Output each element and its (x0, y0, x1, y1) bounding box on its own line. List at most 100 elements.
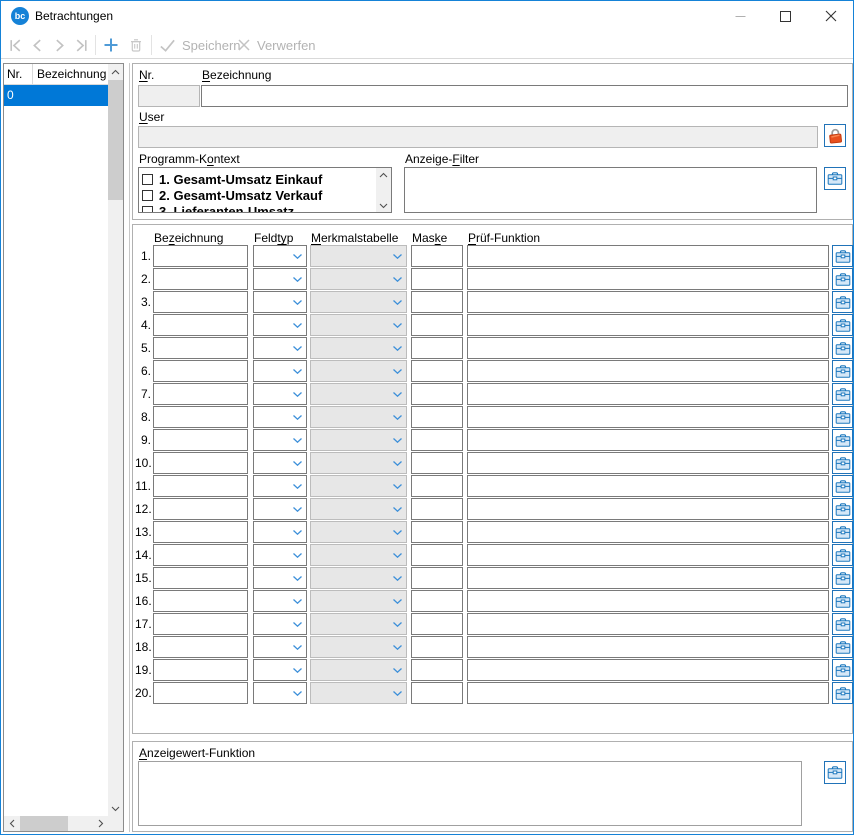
row-funktion-button[interactable] (832, 567, 853, 589)
row-funktion-button[interactable] (832, 659, 853, 681)
row-bezeichnung-input[interactable] (153, 521, 248, 543)
panel-splitter[interactable] (129, 63, 130, 832)
scroll-right-icon[interactable] (93, 816, 108, 831)
scroll-left-icon[interactable] (4, 816, 19, 831)
row-pruef-funktion-input[interactable] (467, 590, 829, 612)
row-pruef-funktion-input[interactable] (467, 475, 829, 497)
row-maske-input[interactable] (411, 475, 463, 497)
discard-button[interactable]: Verwerfen (237, 34, 316, 56)
row-feldtyp-select[interactable] (253, 360, 307, 382)
add-record-button[interactable] (102, 36, 120, 54)
delete-record-button[interactable] (127, 36, 145, 54)
row-bezeichnung-input[interactable] (153, 452, 248, 474)
row-bezeichnung-input[interactable] (153, 268, 248, 290)
row-feldtyp-select[interactable] (253, 659, 307, 681)
record-list-row-selected[interactable]: 0 (4, 85, 108, 106)
row-pruef-funktion-input[interactable] (467, 498, 829, 520)
row-pruef-funktion-input[interactable] (467, 314, 829, 336)
row-bezeichnung-input[interactable] (153, 314, 248, 336)
row-pruef-funktion-input[interactable] (467, 636, 829, 658)
row-maske-input[interactable] (411, 590, 463, 612)
row-pruef-funktion-input[interactable] (467, 659, 829, 681)
row-feldtyp-select[interactable] (253, 682, 307, 704)
row-pruef-funktion-input[interactable] (467, 406, 829, 428)
row-pruef-funktion-input[interactable] (467, 682, 829, 704)
row-funktion-button[interactable] (832, 383, 853, 405)
row-funktion-button[interactable] (832, 337, 853, 359)
minimize-button[interactable] (718, 1, 763, 31)
checkbox[interactable] (142, 174, 153, 185)
row-pruef-funktion-input[interactable] (467, 383, 829, 405)
row-feldtyp-select[interactable] (253, 567, 307, 589)
maximize-button[interactable] (763, 1, 808, 31)
row-funktion-button[interactable] (832, 682, 853, 704)
horizontal-scrollbar-thumb[interactable] (20, 816, 68, 831)
row-bezeichnung-input[interactable] (153, 498, 248, 520)
row-maske-input[interactable] (411, 544, 463, 566)
row-feldtyp-select[interactable] (253, 383, 307, 405)
checkbox[interactable] (142, 206, 153, 214)
row-feldtyp-select[interactable] (253, 452, 307, 474)
row-funktion-button[interactable] (832, 475, 853, 497)
row-pruef-funktion-input[interactable] (467, 613, 829, 635)
programm-kontext-item[interactable]: 1. Gesamt-Umsatz Einkauf (139, 171, 376, 187)
row-maske-input[interactable] (411, 429, 463, 451)
row-bezeichnung-input[interactable] (153, 337, 248, 359)
row-maske-input[interactable] (411, 452, 463, 474)
row-funktion-button[interactable] (832, 429, 853, 451)
row-pruef-funktion-input[interactable] (467, 429, 829, 451)
column-header-nr[interactable]: Nr. (4, 64, 33, 84)
checkbox[interactable] (142, 190, 153, 201)
row-feldtyp-select[interactable] (253, 245, 307, 267)
scroll-down-icon[interactable] (376, 199, 391, 212)
row-bezeichnung-input[interactable] (153, 590, 248, 612)
programm-kontext-listbox[interactable]: 1. Gesamt-Umsatz Einkauf 2. Gesamt-Umsat… (138, 167, 392, 213)
row-feldtyp-select[interactable] (253, 613, 307, 635)
previous-record-button[interactable] (28, 36, 46, 54)
row-maske-input[interactable] (411, 314, 463, 336)
listbox-scrollbar[interactable] (376, 168, 391, 212)
row-funktion-button[interactable] (832, 636, 853, 658)
row-bezeichnung-input[interactable] (153, 636, 248, 658)
row-feldtyp-select[interactable] (253, 406, 307, 428)
row-pruef-funktion-input[interactable] (467, 452, 829, 474)
row-maske-input[interactable] (411, 498, 463, 520)
row-bezeichnung-input[interactable] (153, 383, 248, 405)
row-bezeichnung-input[interactable] (153, 245, 248, 267)
row-funktion-button[interactable] (832, 360, 853, 382)
row-funktion-button[interactable] (832, 590, 853, 612)
row-pruef-funktion-input[interactable] (467, 360, 829, 382)
row-feldtyp-select[interactable] (253, 544, 307, 566)
last-record-button[interactable] (72, 36, 90, 54)
row-bezeichnung-input[interactable] (153, 406, 248, 428)
column-header-bezeichnung[interactable]: Bezeichnung (33, 64, 108, 84)
row-feldtyp-select[interactable] (253, 314, 307, 336)
row-funktion-button[interactable] (832, 268, 853, 290)
row-pruef-funktion-input[interactable] (467, 337, 829, 359)
row-feldtyp-select[interactable] (253, 521, 307, 543)
save-button[interactable]: Speichern (159, 34, 241, 56)
row-bezeichnung-input[interactable] (153, 360, 248, 382)
row-feldtyp-select[interactable] (253, 498, 307, 520)
programm-kontext-item[interactable]: 2. Gesamt-Umsatz Verkauf (139, 187, 376, 203)
row-maske-input[interactable] (411, 291, 463, 313)
row-funktion-button[interactable] (832, 544, 853, 566)
next-record-button[interactable] (50, 36, 68, 54)
row-pruef-funktion-input[interactable] (467, 245, 829, 267)
row-funktion-button[interactable] (832, 291, 853, 313)
row-maske-input[interactable] (411, 682, 463, 704)
row-bezeichnung-input[interactable] (153, 429, 248, 451)
row-pruef-funktion-input[interactable] (467, 544, 829, 566)
close-button[interactable] (808, 1, 853, 31)
row-feldtyp-select[interactable] (253, 636, 307, 658)
row-funktion-button[interactable] (832, 498, 853, 520)
row-maske-input[interactable] (411, 659, 463, 681)
row-maske-input[interactable] (411, 360, 463, 382)
row-pruef-funktion-input[interactable] (467, 268, 829, 290)
anzeigewert-funktion-textarea[interactable] (138, 761, 802, 826)
row-feldtyp-select[interactable] (253, 475, 307, 497)
row-funktion-button[interactable] (832, 452, 853, 474)
row-funktion-button[interactable] (832, 314, 853, 336)
row-funktion-button[interactable] (832, 521, 853, 543)
row-feldtyp-select[interactable] (253, 337, 307, 359)
